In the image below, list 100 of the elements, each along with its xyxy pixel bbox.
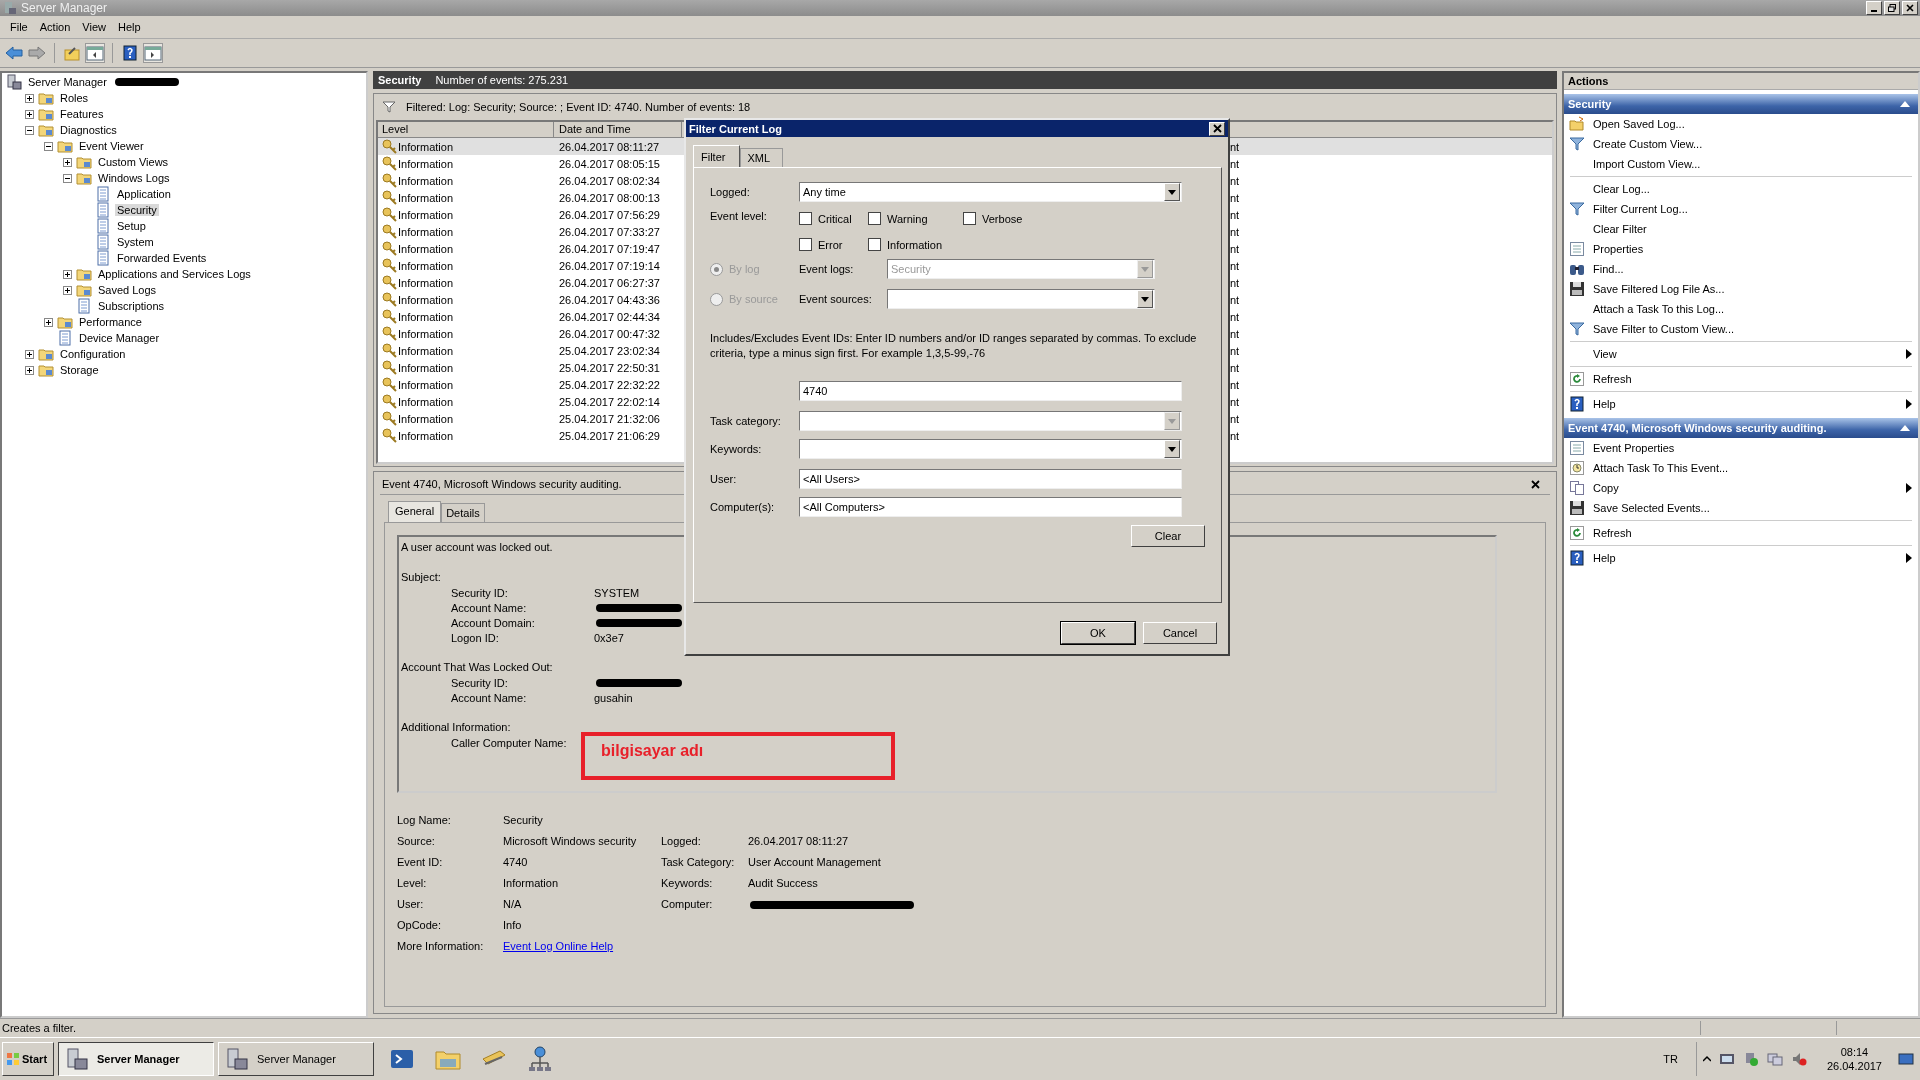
field-value: Security <box>503 813 544 826</box>
table-cell: nt <box>1230 361 1240 374</box>
table-cell: Information <box>398 327 454 340</box>
table-cell: nt <box>1230 344 1240 357</box>
field-label: More Information: <box>397 939 485 952</box>
field-value: Info <box>503 918 523 931</box>
section-heading: Subject: <box>401 570 442 585</box>
field-label: User: <box>710 473 738 485</box>
field-label: Logon ID: <box>451 631 500 644</box>
table-cell-text: 26.04.2017 08:11:27 <box>558 140 661 153</box>
table-cell: Information <box>398 361 454 374</box>
field-value: N/A <box>503 897 523 910</box>
table-cell: Information <box>398 310 454 323</box>
table-cell-text: 26.04.2017 00:47:32 <box>558 327 661 340</box>
help-text: Includes/Excludes Event IDs: Enter ID numbers and/or ID ranges separated by commas. To exclude criteria, type a minus sign first. For example 1,3,5-99,-76 <box>710 331 1198 361</box>
table-cell: nt <box>1230 242 1240 255</box>
table-cell: Information <box>398 276 454 289</box>
table-cell: nt <box>1230 378 1240 391</box>
field-label: Keywords: <box>710 443 763 455</box>
table-cell: nt <box>1230 327 1240 340</box>
table-cell: nt <box>1230 191 1240 204</box>
table-cell-text: 26.04.2017 02:44:34 <box>558 310 661 323</box>
table-cell-text: 26.04.2017 08:02:34 <box>558 174 661 187</box>
checkbox-label: Information <box>887 238 943 251</box>
table-cell-text: 26.04.2017 07:19:47 <box>558 242 661 255</box>
checkbox-label: Warning <box>887 212 928 225</box>
table-cell: Information <box>398 174 454 187</box>
table-cell-text: 25.04.2017 21:06:29 <box>558 429 661 442</box>
field-label: Account Domain: <box>451 616 536 629</box>
field-value: 26.04.2017 08:11:27 <box>748 834 849 847</box>
table-cell-text: 26.04.2017 07:19:14 <box>558 259 661 272</box>
checkbox-label: Error <box>818 238 843 251</box>
field-label: Log Name: <box>397 813 452 826</box>
field-label: Source: <box>397 834 436 847</box>
table-cell: nt <box>1230 140 1240 153</box>
field-value: SYSTEM <box>594 586 640 599</box>
table-cell: Information <box>398 429 454 442</box>
checkbox-label: Critical <box>818 212 852 225</box>
field-label: Security ID: <box>451 586 509 599</box>
table-cell: Information <box>398 344 454 357</box>
clock-date: 26.04.2017 <box>1826 1059 1882 1073</box>
table-cell: Information <box>398 140 454 153</box>
field-label: Computer(s): <box>710 501 776 513</box>
table-cell-text: 26.04.2017 07:56:29 <box>558 208 661 221</box>
status-text: Creates a filter. <box>1 1022 77 1034</box>
pane-title: Actions <box>1564 73 1918 90</box>
field-label: Keywords: <box>661 876 714 889</box>
table-cell: nt <box>1230 259 1240 272</box>
table-cell: nt <box>1230 395 1240 408</box>
field-label: Caller Computer Name: <box>451 736 568 749</box>
field-value: Audit Success <box>748 876 818 889</box>
table-cell-text: 26.04.2017 04:43:36 <box>558 293 661 306</box>
table-cell: nt <box>1230 225 1240 238</box>
filter-summary: Filtered: Log: Security; Source: ; Event ID: 4740. Number of events: 18 <box>406 101 751 113</box>
section-title: Event 4740, Microsoft Windows security auditing. <box>1568 422 1827 434</box>
table-cell: nt <box>1230 412 1240 425</box>
radio-label: By source <box>729 293 778 305</box>
event-title: Event 4740, Microsoft Windows security auditing. <box>382 478 622 490</box>
field-label: Security ID: <box>451 676 509 689</box>
field-label: Event level: <box>710 210 768 222</box>
table-cell: Information <box>398 191 454 204</box>
table-cell: Information <box>398 242 454 255</box>
table-cell: Information <box>398 293 454 306</box>
table-cell: nt <box>1230 276 1240 289</box>
field-label: User: <box>397 897 425 910</box>
log-title: Security <box>378 74 422 86</box>
table-cell: Information <box>398 378 454 391</box>
field-label: Task Category: <box>661 855 736 868</box>
table-cell: nt <box>1230 157 1240 170</box>
field-value: 4740 <box>503 855 529 868</box>
table-cell: nt <box>1230 174 1240 187</box>
table-cell-text: 25.04.2017 21:32:06 <box>558 412 661 425</box>
field-value: Microsoft Windows security <box>503 834 638 847</box>
dialog-title: Filter Current Log <box>689 122 782 135</box>
field-label: Account Name: <box>451 691 528 704</box>
field-value: User Account Management <box>748 855 881 868</box>
clock-time: 08:14 <box>1840 1045 1869 1059</box>
field-value: 0x3e7 <box>594 631 624 644</box>
table-cell: Information <box>398 412 454 425</box>
field-value: gusahin <box>594 691 633 704</box>
table-cell-text: 25.04.2017 22:32:22 <box>558 378 661 391</box>
message-text: A user account was locked out. <box>401 540 554 555</box>
field-label: Logged: <box>710 186 751 198</box>
table-cell-text: 26.04.2017 08:05:15 <box>558 157 661 170</box>
field-label: Task category: <box>710 415 782 427</box>
table-cell-text: 25.04.2017 22:02:14 <box>558 395 661 408</box>
field-label: Account Name: <box>451 601 528 614</box>
window-title: Server Manager <box>21 1 108 15</box>
field-value: Information <box>503 876 560 889</box>
table-cell-text: 26.04.2017 08:00:13 <box>558 191 661 204</box>
section-heading: Account That Was Locked Out: <box>401 660 554 675</box>
field-label: Event sources: <box>799 293 873 305</box>
table-cell-text: 25.04.2017 22:50:31 <box>558 361 661 374</box>
table-cell: nt <box>1230 429 1240 442</box>
table-cell-text: 25.04.2017 23:02:34 <box>558 344 661 357</box>
field-label: Computer: <box>661 897 714 910</box>
section-heading: Additional Information: <box>401 720 512 735</box>
table-cell: nt <box>1230 310 1240 323</box>
field-label: Event logs: <box>799 263 855 275</box>
field-label: Level: <box>397 876 428 889</box>
